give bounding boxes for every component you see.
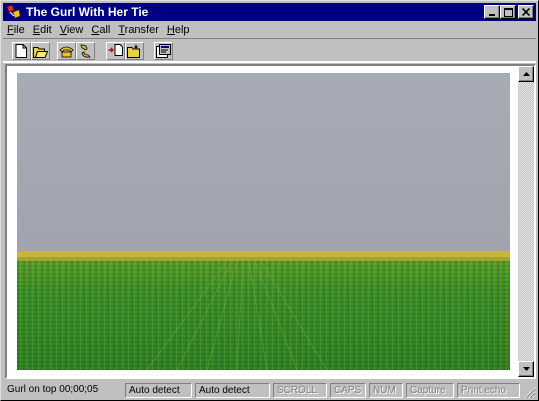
disconnect-icon	[80, 44, 91, 58]
toolbar	[3, 38, 536, 63]
status-bar: Gurl on top 00;00;05 Auto detect Auto de…	[3, 382, 536, 399]
title-bar[interactable]: The Gurl With Her Tie	[3, 3, 536, 21]
menu-help[interactable]: Help	[163, 24, 194, 36]
menu-transfer[interactable]: Transfer	[114, 24, 163, 36]
status-caps: CAPS	[330, 383, 366, 398]
hyperterminal-icon[interactable]	[5, 4, 21, 20]
menu-call[interactable]: Call	[87, 24, 114, 36]
receive-icon	[126, 44, 140, 58]
receive-button[interactable]	[125, 42, 144, 60]
terminal-area[interactable]	[5, 64, 536, 379]
app-window: The Gurl With Her Tie File Edit View Cal…	[0, 0, 539, 401]
maximize-button[interactable]	[500, 5, 516, 19]
status-num: NUM	[369, 383, 403, 398]
status-capture: Capture	[406, 383, 454, 398]
menu-edit[interactable]: Edit	[29, 24, 56, 36]
minimize-button[interactable]	[484, 5, 500, 19]
video-frame	[17, 73, 510, 370]
window-title: The Gurl With Her Tie	[26, 5, 149, 19]
properties-icon	[156, 44, 171, 58]
send-icon	[108, 44, 123, 56]
close-icon	[522, 8, 530, 16]
maximize-icon	[503, 7, 513, 17]
new-icon	[15, 44, 27, 58]
menu-bar: File Edit View Call Transfer Help	[3, 21, 194, 38]
new-button[interactable]	[12, 42, 31, 60]
vertical-scrollbar[interactable]	[518, 66, 534, 377]
close-button[interactable]	[518, 5, 534, 19]
arrow-down-icon	[522, 367, 530, 371]
properties-button[interactable]	[154, 42, 173, 60]
open-icon	[33, 46, 48, 58]
scroll-down-button[interactable]	[518, 361, 534, 377]
menu-view[interactable]: View	[56, 24, 88, 36]
send-button[interactable]	[106, 42, 125, 60]
disconnect-button[interactable]	[76, 42, 95, 60]
status-scroll: SCROLL	[273, 383, 327, 398]
status-connection: Gurl on top 00;00;05	[7, 384, 99, 395]
scroll-up-button[interactable]	[518, 66, 534, 82]
connect-button[interactable]	[57, 42, 76, 60]
status-port-settings: Auto detect	[195, 383, 270, 398]
status-print-echo: Print echo	[457, 383, 520, 398]
open-button[interactable]	[31, 42, 50, 60]
arrow-up-icon	[522, 72, 530, 76]
status-emulation: Auto detect	[125, 383, 192, 398]
connect-icon	[59, 46, 74, 58]
resize-grip-icon[interactable]	[524, 387, 536, 399]
menu-file[interactable]: File	[3, 24, 29, 36]
minimize-icon	[489, 14, 495, 16]
